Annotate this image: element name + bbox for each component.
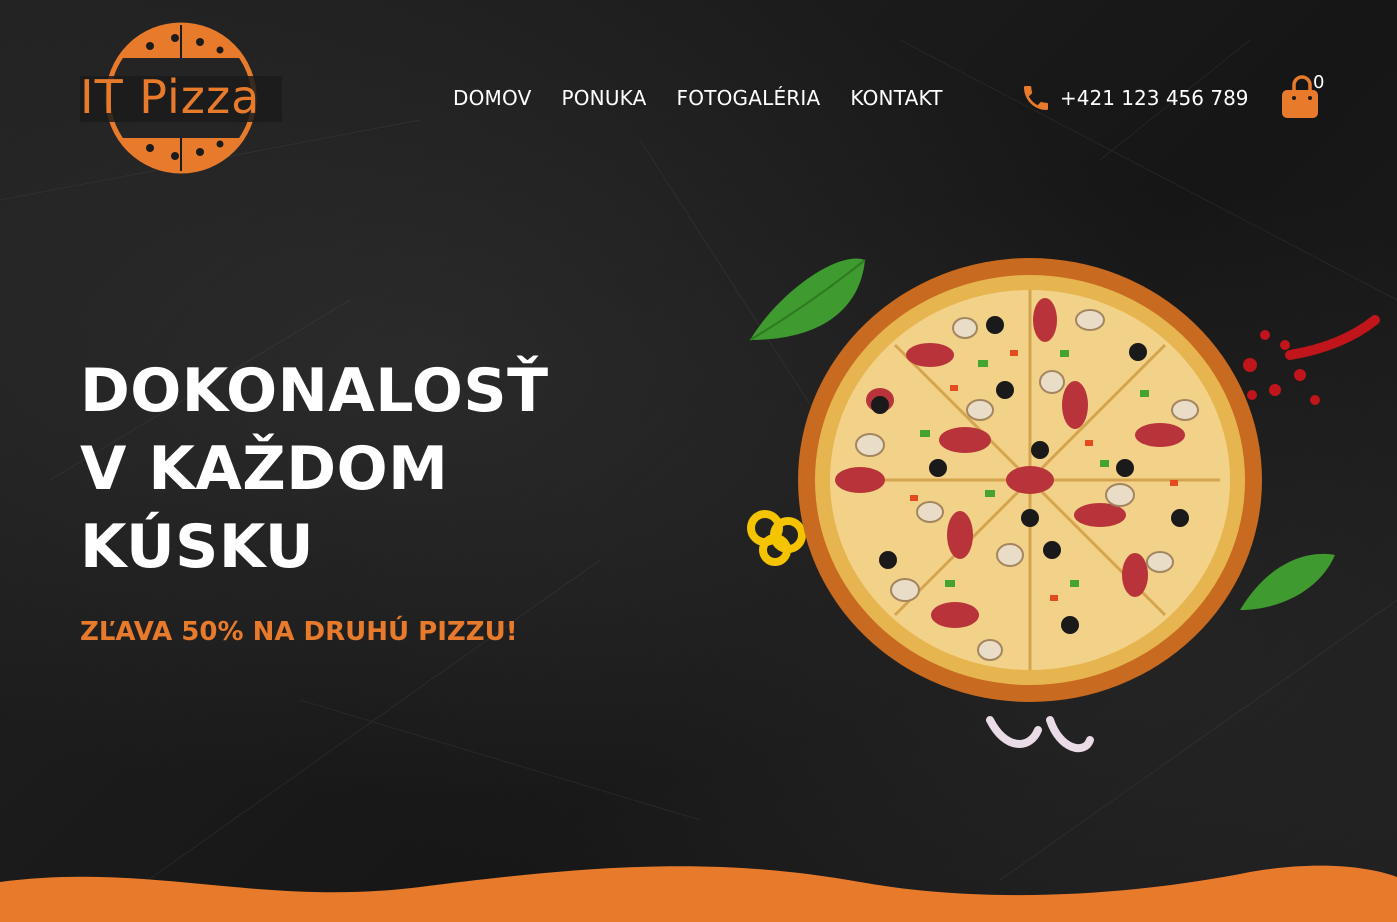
pizza-image [747, 258, 1380, 753]
hero-title: DOKONALOSŤ V KAŽDOM KÚSKU [80, 352, 549, 586]
hero-title-line-2: V KAŽDOM [80, 434, 449, 504]
phone-link[interactable]: +421 123 456 789 [1020, 82, 1249, 114]
nav-item-domov[interactable]: DOMOV [453, 86, 531, 110]
nav-item-fotogaleria[interactable]: FOTOGALÉRIA [677, 86, 821, 110]
main-nav: DOMOV PONUKA FOTOGALÉRIA KONTAKT [453, 86, 943, 110]
nav-item-kontakt[interactable]: KONTAKT [850, 86, 942, 110]
hero-title-line-1: DOKONALOSŤ [80, 356, 549, 426]
nav-item-ponuka[interactable]: PONUKA [561, 86, 646, 110]
phone-icon [1024, 86, 1048, 110]
cart-count-badge: 0 [1313, 72, 1325, 93]
logo-text: IT Pizza [80, 70, 261, 124]
hero-title-line-3: KÚSKU [80, 512, 315, 582]
bottom-wave [0, 865, 1397, 922]
hero-subtitle: ZĽAVA 50% NA DRUHÚ PIZZU! [80, 617, 518, 647]
logo-link[interactable]: IT Pizza [80, 18, 282, 178]
phone-number: +421 123 456 789 [1060, 86, 1249, 110]
